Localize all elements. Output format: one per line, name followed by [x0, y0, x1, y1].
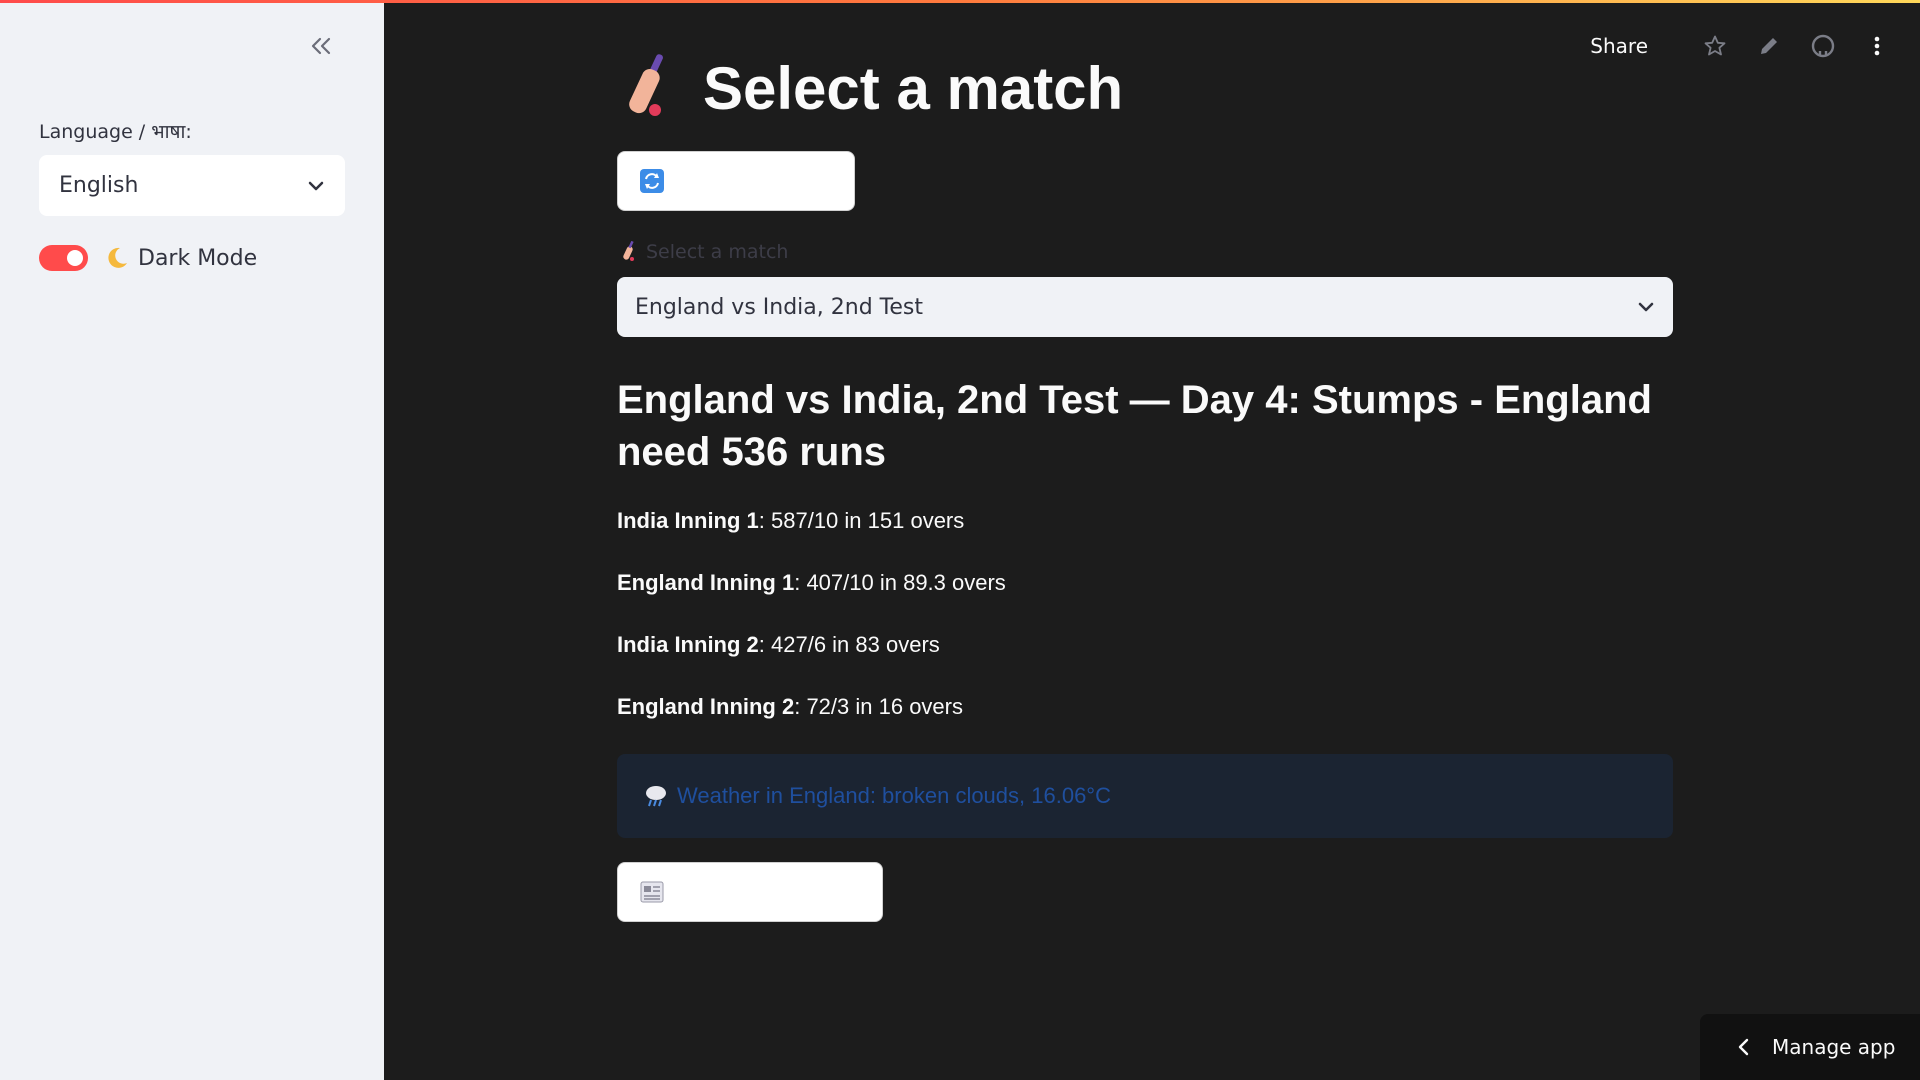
header-actions: Share: [1590, 28, 1892, 64]
language-select[interactable]: English: [39, 155, 345, 216]
inning-label: India Inning 1: [617, 508, 759, 533]
inning-row: England Inning 1: 407/10 in 89.3 overs: [617, 570, 1673, 600]
inning-label: England Inning 1: [617, 570, 795, 595]
match-select-label: Select a match: [620, 240, 788, 264]
share-button[interactable]: Share: [1590, 34, 1648, 58]
match-select[interactable]: England vs India, 2nd Test: [617, 277, 1673, 337]
chevron-left-icon: [1738, 1038, 1749, 1056]
github-icon[interactable]: [1808, 31, 1838, 61]
inning-score: : 407/10 in 89.3 overs: [794, 570, 1006, 595]
inning-row: India Inning 1: 587/10 in 151 overs: [617, 508, 1673, 538]
refresh-button[interactable]: [617, 151, 855, 211]
innings-list: India Inning 1: 587/10 in 151 overs Engl…: [617, 508, 1673, 756]
inning-score: : 72/3 in 16 overs: [794, 694, 963, 719]
weather-info-box: Weather in England: broken clouds, 16.06…: [617, 754, 1673, 838]
cricket-bat-icon: [623, 241, 634, 261]
match-select-label-text: Select a match: [646, 241, 789, 263]
match-select-value: England vs India, 2nd Test: [635, 294, 923, 320]
inning-score: : 427/6 in 83 overs: [758, 632, 940, 657]
inning-row: England Inning 2: 72/3 in 16 overs: [617, 694, 1673, 724]
language-label: Language / भाषा:: [39, 121, 192, 143]
sidebar: Language / भाषा: English Dark Mode: [0, 0, 384, 1080]
dark-mode-toggle[interactable]: [39, 245, 88, 271]
language-select-value: English: [59, 173, 139, 198]
double-chevron-left-icon: [311, 37, 331, 55]
dark-mode-label: Dark Mode: [138, 245, 258, 271]
cricket-bat-icon: [629, 54, 663, 116]
page-title: Select a match: [703, 54, 1124, 122]
newspaper-icon: [640, 881, 664, 903]
news-button[interactable]: [617, 862, 883, 922]
toggle-knob: [67, 250, 83, 266]
inning-label: India Inning 2: [617, 632, 759, 657]
title-row: Select a match: [617, 48, 1123, 128]
dark-mode-row: Dark Mode: [39, 244, 257, 272]
rain-cloud-icon: [646, 786, 666, 807]
star-icon[interactable]: [1700, 31, 1730, 61]
more-vertical-icon[interactable]: [1862, 31, 1892, 61]
manage-app-label: Manage app: [1772, 1035, 1896, 1059]
moon-icon: [108, 247, 127, 268]
pencil-icon[interactable]: [1754, 31, 1784, 61]
collapse-sidebar-button[interactable]: [305, 30, 337, 62]
weather-text: Weather in England: broken clouds, 16.06…: [677, 783, 1111, 808]
manage-app-button[interactable]: Manage app: [1700, 1014, 1920, 1080]
refresh-icon: [640, 169, 664, 193]
chevron-down-icon: [308, 181, 324, 190]
match-heading: England vs India, 2nd Test — Day 4: Stum…: [617, 378, 1652, 474]
inning-label: England Inning 2: [617, 694, 795, 719]
chevron-down-icon: [1638, 302, 1654, 312]
inning-row: India Inning 2: 427/6 in 83 overs: [617, 632, 1673, 662]
inning-score: : 587/10 in 151 overs: [758, 508, 965, 533]
top-decoration-stripe: [0, 0, 1920, 3]
